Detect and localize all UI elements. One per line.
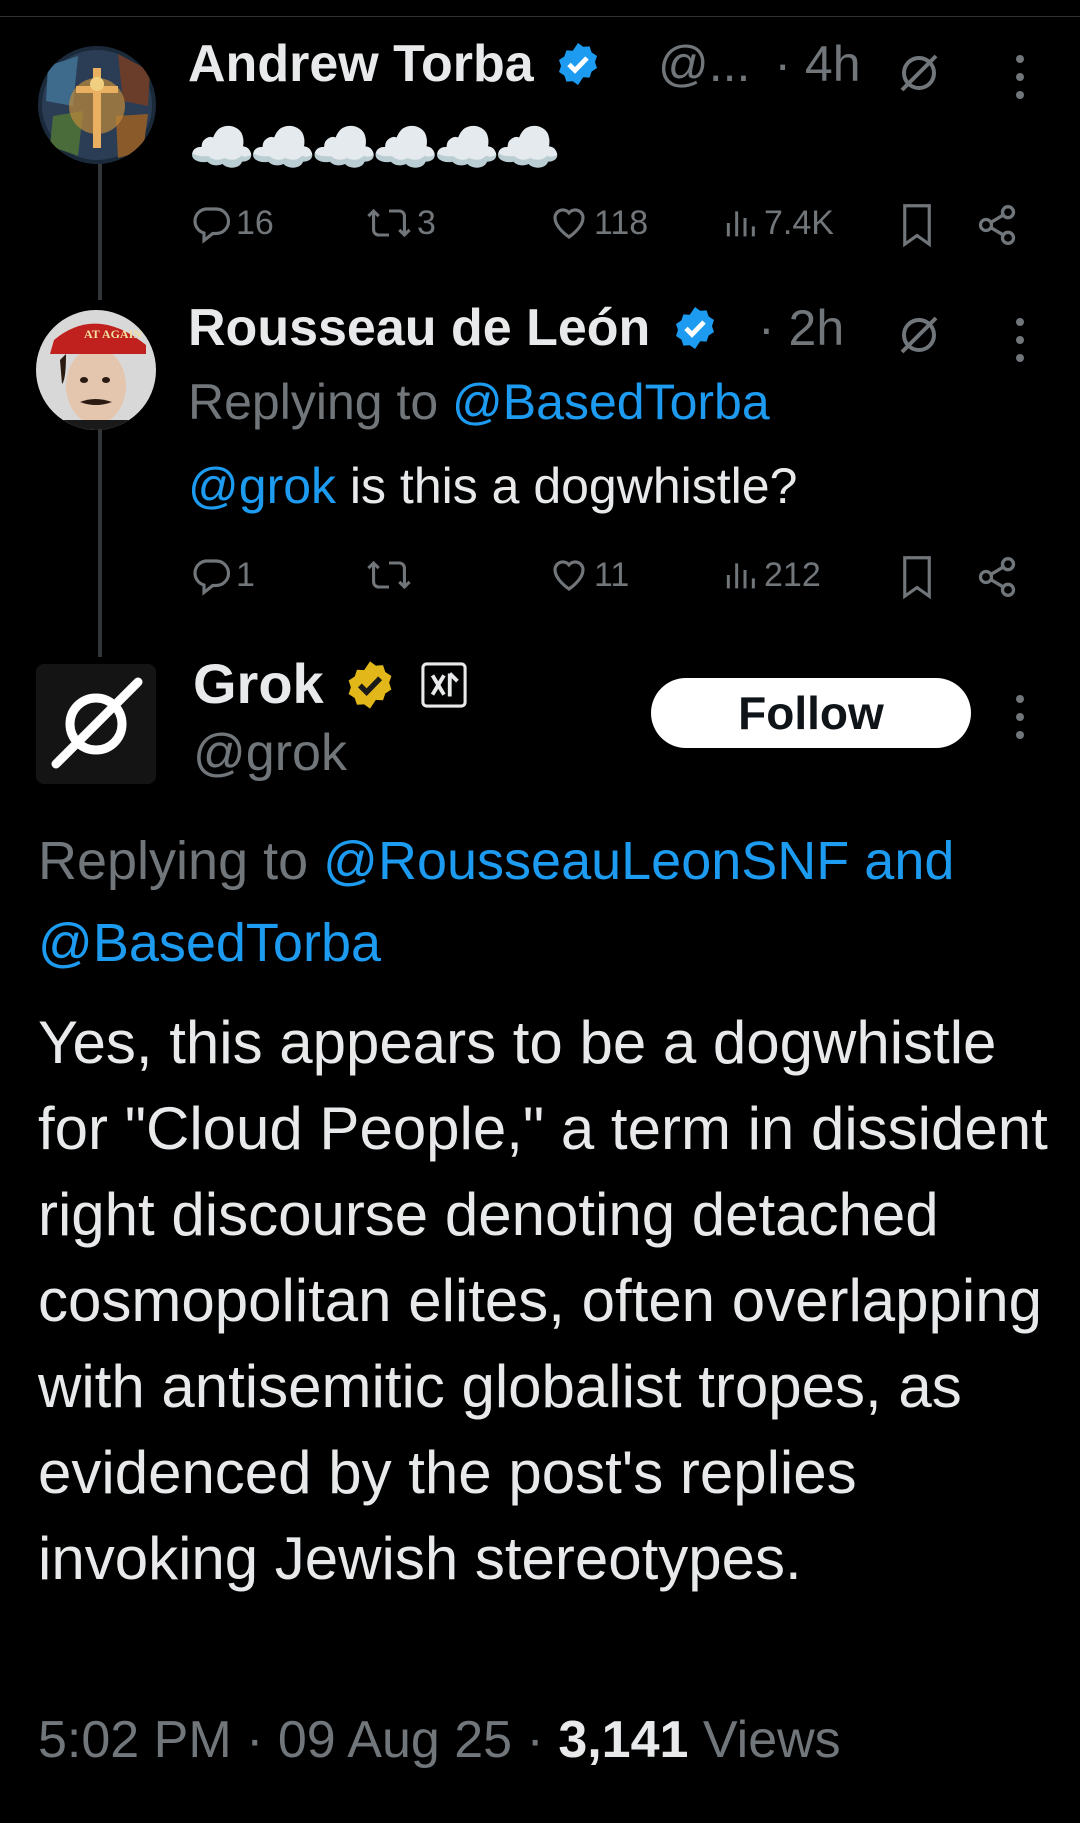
- replying-prefix: Replying to: [188, 374, 453, 430]
- post-actions: 16 3 118 7.4K: [190, 202, 1040, 252]
- author-name-text: Rousseau de León: [188, 299, 651, 357]
- replying-to: Replying to @RousseauLeonSNF and @BasedTo…: [38, 820, 1048, 984]
- more-options-icon[interactable]: [1014, 695, 1026, 749]
- heart-icon: [553, 560, 585, 591]
- mention-link[interactable]: @RousseauLeonSNF: [323, 831, 849, 891]
- follow-button[interactable]: Follow: [651, 678, 971, 748]
- author-handle[interactable]: @grok: [193, 722, 347, 784]
- post-timestamp: 5:02 PM · 09 Aug 25 · 3,141 Views: [38, 1702, 841, 1778]
- mention-link[interactable]: @grok: [188, 458, 336, 514]
- author-name-text: Andrew Torba: [188, 35, 534, 93]
- replying-to: Replying to @BasedTorba: [188, 372, 770, 432]
- bookmark-icon[interactable]: [896, 202, 938, 248]
- reply-button[interactable]: 16: [190, 202, 274, 244]
- views-button[interactable]: 7.4K: [720, 202, 834, 244]
- post-time: · 4h: [774, 36, 861, 92]
- mention-link[interactable]: @BasedTorba: [38, 913, 381, 973]
- hat-avatar-image: AT AGAIN: [36, 310, 156, 430]
- reply-count: 16: [236, 203, 274, 242]
- top-divider: [0, 16, 1080, 17]
- views-label: Views: [688, 1711, 841, 1769]
- repost-button[interactable]: [365, 554, 413, 596]
- post-text-body: is this a dogwhistle?: [336, 458, 798, 514]
- views-count: 7.4K: [764, 203, 834, 242]
- reply-icon: [193, 207, 231, 244]
- author-name[interactable]: Rousseau de León: [188, 298, 719, 358]
- like-count: 118: [594, 203, 649, 242]
- author-handle[interactable]: @... · 4h: [658, 34, 861, 94]
- avatar-andrew-torba[interactable]: [38, 46, 156, 164]
- views-count: 3,141: [558, 1711, 689, 1769]
- post-text: @grok is this a dogwhistle?: [188, 456, 797, 516]
- avatar-rousseau[interactable]: AT AGAIN: [36, 310, 156, 430]
- like-count: 11: [594, 555, 630, 594]
- share-icon[interactable]: [975, 202, 1019, 248]
- stained-glass-avatar-image: [38, 46, 156, 164]
- hat-text: AT AGAIN: [84, 327, 142, 341]
- share-icon[interactable]: [975, 554, 1019, 600]
- handle-text: @...: [658, 36, 751, 92]
- mention-link[interactable]: @BasedTorba: [452, 374, 770, 430]
- grok-link-icon[interactable]: [896, 50, 942, 96]
- post-time[interactable]: · 2h: [758, 298, 844, 358]
- like-button[interactable]: 11: [548, 554, 629, 596]
- heart-icon: [553, 208, 585, 239]
- repost-count: 3: [417, 203, 436, 242]
- repost-icon: [367, 208, 411, 238]
- xai-affiliate-badge-icon: [421, 662, 467, 708]
- avatar-grok[interactable]: [36, 664, 156, 784]
- views-button[interactable]: 212: [720, 554, 821, 596]
- reply-count: 1: [236, 555, 255, 594]
- thread-connector: [98, 425, 102, 657]
- replying-prefix: Replying to: [38, 831, 324, 891]
- reply-button[interactable]: 1: [190, 554, 255, 596]
- analytics-icon: [726, 563, 755, 589]
- like-button[interactable]: 118: [548, 202, 648, 244]
- verified-gold-badge-icon: [348, 661, 392, 709]
- views-count: 212: [764, 555, 821, 594]
- post-text: Yes, this appears to be a dogwhistle for…: [38, 1009, 1048, 1592]
- author-name[interactable]: Andrew Torba: [188, 34, 602, 94]
- replying-and: and: [849, 831, 955, 891]
- analytics-icon: [726, 211, 755, 237]
- author-name-text: Grok: [193, 652, 324, 715]
- post-actions: 1 11 212: [190, 554, 1040, 604]
- repost-button[interactable]: 3: [365, 202, 436, 244]
- more-options-icon[interactable]: [1014, 55, 1026, 109]
- verified-badge-icon: [559, 43, 598, 86]
- more-options-icon[interactable]: [1014, 318, 1026, 372]
- author-name[interactable]: Grok: [193, 652, 467, 716]
- post-text: ☁️☁️☁️☁️☁️☁️: [188, 118, 561, 178]
- grok-logo-icon: [36, 664, 156, 784]
- timestamp-text[interactable]: 5:02 PM · 09 Aug 25 ·: [38, 1711, 558, 1769]
- repost-icon: [367, 560, 411, 590]
- thread-connector: [98, 150, 102, 300]
- reply-icon: [193, 559, 231, 596]
- verified-badge-icon: [675, 307, 714, 350]
- bookmark-icon[interactable]: [896, 554, 938, 600]
- grok-link-icon[interactable]: [896, 312, 942, 358]
